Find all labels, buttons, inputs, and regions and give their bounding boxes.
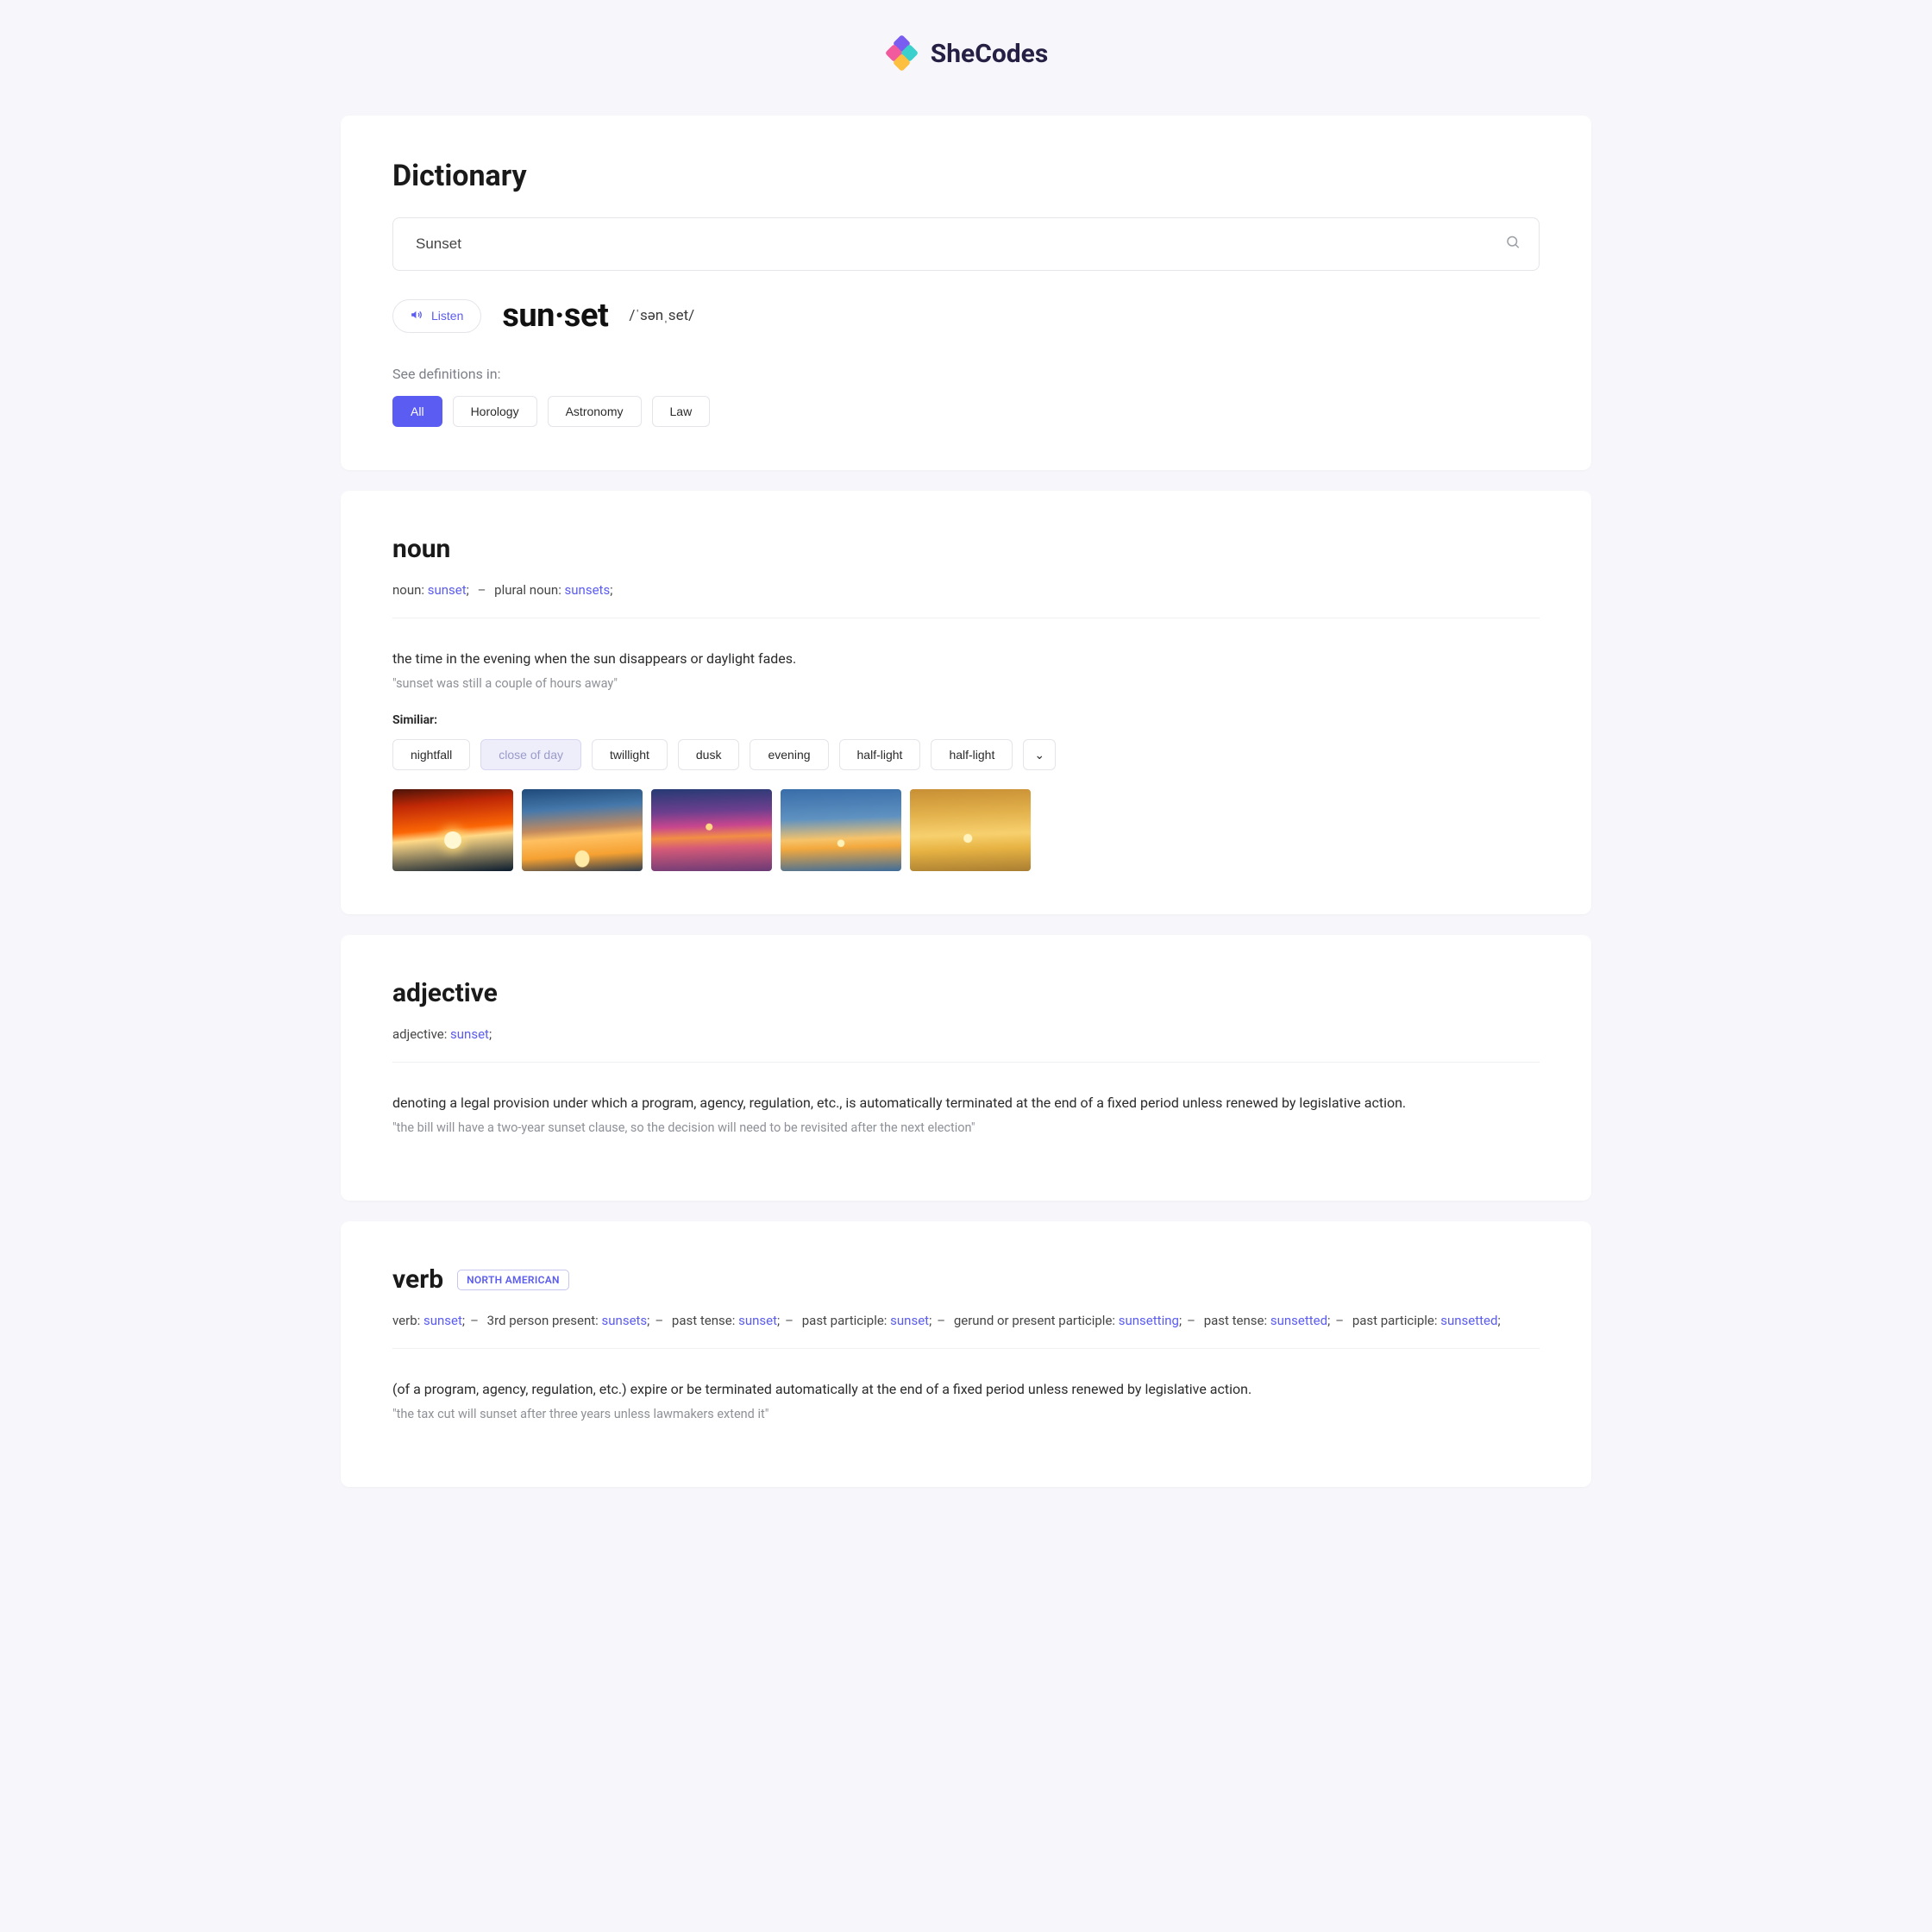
image-gallery — [392, 789, 1540, 871]
brand-name: SheCodes — [931, 39, 1049, 69]
search-input[interactable] — [392, 217, 1540, 271]
expand-similar-button[interactable]: ⌄ — [1023, 739, 1056, 770]
noun-heading: noun — [392, 534, 1540, 564]
filter-label: See definitions in: — [392, 366, 1540, 382]
filter-chips: All Horology Astronomy Law — [392, 396, 1540, 427]
page-title: Dictionary — [392, 159, 1540, 193]
word-row: Listen sun·set /ˈsənˌset/ — [392, 297, 1540, 335]
word-phonetic: /ˈsənˌset/ — [629, 307, 694, 324]
similar-chips: nightfall close of day twillight dusk evenin… — [392, 739, 1540, 770]
similar-chip[interactable]: half-light — [839, 739, 921, 770]
adjective-definition: denoting a legal provision under which a… — [392, 1092, 1540, 1114]
noun-forms: noun: sunset; – plural noun: sunsets; — [392, 580, 1540, 602]
similar-label: Similiar: — [392, 713, 1540, 727]
adjective-heading: adjective — [392, 978, 1540, 1008]
verb-example: "the tax cut will sunset after three yea… — [392, 1407, 1540, 1421]
similar-chip[interactable]: half-light — [931, 739, 1013, 770]
speaker-icon — [411, 309, 423, 323]
adjective-card: adjective adjective: sunset; denoting a … — [341, 935, 1591, 1201]
search-icon[interactable] — [1505, 235, 1521, 254]
similar-chip[interactable]: close of day — [480, 739, 581, 770]
filter-chip[interactable]: Astronomy — [548, 396, 642, 427]
sunset-thumb[interactable] — [651, 789, 772, 871]
brand-logo: SheCodes — [341, 34, 1591, 72]
similar-chip[interactable]: twillight — [592, 739, 668, 770]
verb-card: verb NORTH AMERICAN verb: sunset;– 3rd p… — [341, 1221, 1591, 1487]
adjective-forms: adjective: sunset; — [392, 1024, 1540, 1046]
noun-example: "sunset was still a couple of hours away… — [392, 676, 1540, 691]
sunset-thumb[interactable] — [910, 789, 1031, 871]
noun-card: noun noun: sunset; – plural noun: sunset… — [341, 491, 1591, 914]
verb-definition: (of a program, agency, regulation, etc.)… — [392, 1378, 1540, 1401]
similar-chip[interactable]: nightfall — [392, 739, 470, 770]
verb-forms: verb: sunset;– 3rd person present: sunse… — [392, 1310, 1540, 1333]
similar-chip[interactable]: dusk — [678, 739, 740, 770]
adjective-example: "the bill will have a two-year sunset cl… — [392, 1120, 1540, 1135]
filter-chip[interactable]: All — [392, 396, 442, 427]
sunset-thumb[interactable] — [392, 789, 513, 871]
word-syllables: sun·set — [502, 297, 608, 335]
search-wrap — [392, 217, 1540, 271]
listen-label: Listen — [431, 309, 463, 323]
filter-chip[interactable]: Law — [652, 396, 711, 427]
filter-chip[interactable]: Horology — [453, 396, 537, 427]
listen-button[interactable]: Listen — [392, 299, 481, 333]
header-card: Dictionary Listen sun·set — [341, 116, 1591, 470]
region-badge: NORTH AMERICAN — [457, 1270, 569, 1290]
sunset-thumb[interactable] — [781, 789, 901, 871]
sunset-thumb[interactable] — [522, 789, 643, 871]
noun-definition: the time in the evening when the sun dis… — [392, 648, 1540, 670]
logo-icon — [884, 34, 922, 72]
chevron-down-icon: ⌄ — [1034, 748, 1044, 762]
similar-chip[interactable]: evening — [750, 739, 828, 770]
verb-heading: verb NORTH AMERICAN — [392, 1264, 1540, 1295]
